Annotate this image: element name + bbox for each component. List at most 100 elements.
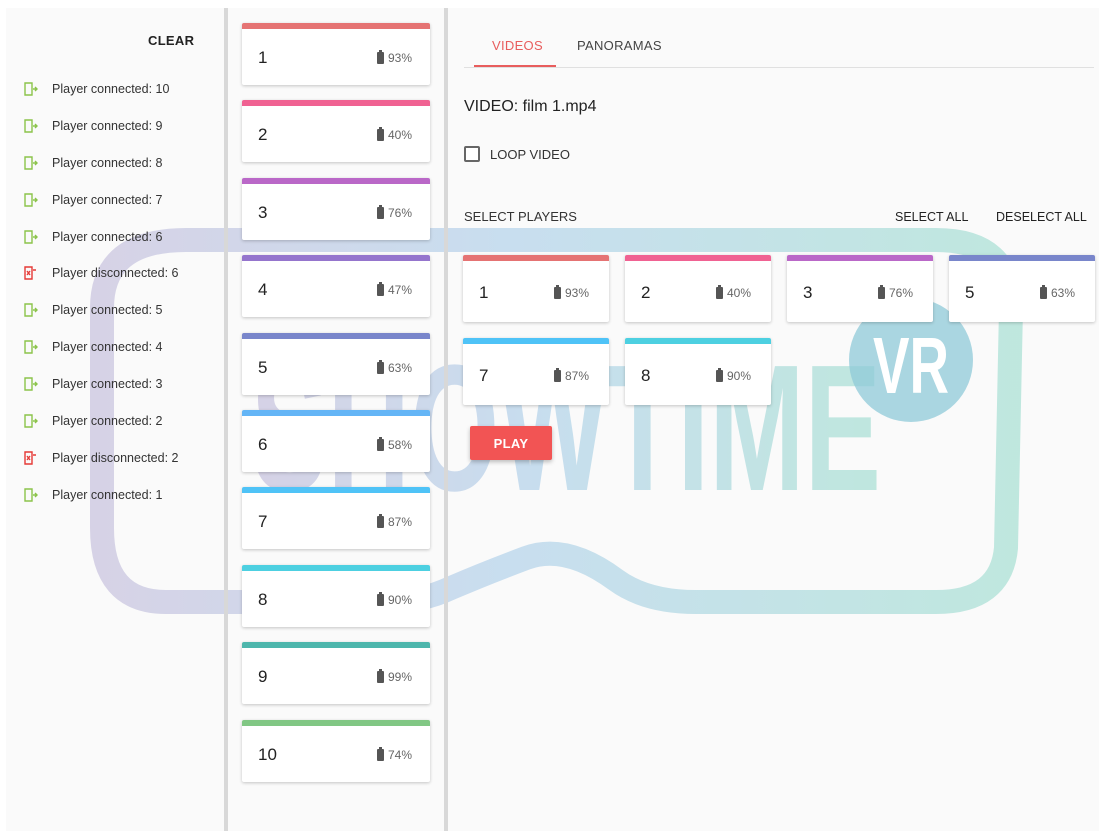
login-icon: [22, 413, 38, 429]
selected-player-card-3[interactable]: 3 76%: [787, 255, 933, 322]
player-number: 5: [965, 283, 975, 302]
player-number: 3: [258, 202, 268, 222]
log-entry: Player connected: 9: [6, 108, 224, 145]
login-icon: [22, 192, 38, 208]
battery-icon: [376, 282, 384, 297]
battery-icon: [376, 591, 384, 606]
battery-percent: 40%: [387, 128, 412, 143]
player-number: 5: [258, 357, 268, 377]
battery-icon: [715, 368, 723, 382]
player-card-8[interactable]: 8 90%: [242, 564, 430, 627]
login-icon: [22, 376, 38, 392]
deselect-all-button[interactable]: DESELECT ALL: [996, 210, 1087, 224]
player-color-bar: [242, 410, 430, 416]
select-players-heading: SELECT PLAYERS: [464, 209, 577, 224]
battery-percent: 74%: [387, 747, 412, 762]
player-number: 10: [258, 744, 277, 764]
player-number: 7: [479, 366, 489, 385]
battery-level: 76%: [376, 204, 412, 220]
player-number: 1: [479, 283, 489, 302]
battery-level: 90%: [376, 591, 412, 607]
log-entry-text: Player connected: 6: [52, 229, 163, 244]
battery-icon: [715, 285, 723, 299]
log-entry: Player disconnected: 6: [6, 255, 224, 292]
player-color-bar: [625, 338, 771, 344]
checkbox-icon[interactable]: [464, 146, 480, 162]
event-log-list: Player connected: 10 Player connected: 9 P…: [6, 71, 224, 514]
event-log-panel: CLEAR Player connected: 10 Player connect…: [6, 8, 224, 831]
video-title: VIDEO: film 1.mp4: [464, 98, 597, 115]
battery-level: 58%: [376, 437, 412, 452]
battery-icon: [553, 285, 561, 299]
battery-icon: [376, 204, 384, 219]
battery-level: 40%: [715, 285, 751, 300]
log-entry: Player disconnected: 2: [6, 440, 224, 477]
battery-level: 40%: [376, 127, 412, 143]
player-color-bar: [242, 100, 430, 107]
player-card-1[interactable]: 1 93%: [242, 23, 430, 85]
player-number: 2: [258, 125, 268, 145]
battery-percent: 63%: [387, 360, 412, 375]
loop-video-label: LOOP VIDEO: [490, 146, 570, 162]
log-entry: Player connected: 3: [6, 366, 224, 403]
log-entry-text: Player connected: 4: [52, 340, 163, 355]
log-entry-text: Player connected: 8: [52, 155, 163, 170]
player-card-3[interactable]: 3 76%: [242, 177, 430, 240]
battery-level: 63%: [1039, 285, 1075, 300]
log-entry: Player connected: 6: [6, 219, 224, 256]
login-icon: [22, 118, 38, 134]
log-entry: Player connected: 2: [6, 403, 224, 440]
log-entry-text: Player connected: 3: [52, 377, 163, 392]
selected-player-card-7[interactable]: 7 87%: [463, 338, 609, 405]
battery-percent: 87%: [564, 369, 589, 383]
player-number: 8: [258, 589, 268, 609]
player-color-bar: [787, 255, 933, 261]
battery-percent: 40%: [726, 286, 751, 300]
login-icon: [22, 81, 38, 97]
main-panel: VIDEOS PANORAMAS VIDEO: film 1.mp4 LOOP …: [448, 8, 1099, 831]
battery-percent: 76%: [387, 205, 412, 220]
log-entry: Player connected: 10: [6, 71, 224, 108]
battery-icon: [376, 746, 384, 761]
player-card-6[interactable]: 6 58%: [242, 410, 430, 472]
login-icon: [22, 229, 38, 245]
battery-level: 93%: [376, 50, 412, 65]
player-color-bar: [242, 564, 430, 571]
player-number: 1: [258, 48, 268, 67]
player-card-9[interactable]: 9 99%: [242, 642, 430, 705]
battery-icon: [1039, 285, 1047, 299]
player-number: 6: [258, 435, 268, 454]
player-card-10[interactable]: 10 74%: [242, 719, 430, 782]
login-icon: [22, 487, 38, 503]
logout-icon: [22, 265, 38, 281]
loop-video-checkbox[interactable]: LOOP VIDEO: [464, 146, 570, 162]
battery-icon: [376, 127, 384, 142]
selected-player-card-1[interactable]: 1 93%: [463, 255, 609, 322]
log-entry-text: Player connected: 7: [52, 192, 163, 207]
tab-panoramas[interactable]: PANORAMAS: [577, 38, 662, 53]
battery-level: 76%: [877, 285, 913, 300]
log-entry-text: Player connected: 9: [52, 118, 163, 133]
battery-level: 90%: [715, 368, 751, 383]
player-color-bar: [463, 338, 609, 344]
clear-log-button[interactable]: CLEAR: [148, 33, 194, 48]
selected-player-card-5[interactable]: 5 63%: [949, 255, 1095, 322]
selected-player-card-2[interactable]: 2 40%: [625, 255, 771, 322]
player-color-bar: [625, 255, 771, 261]
login-icon: [22, 155, 38, 171]
log-entry-text: Player disconnected: 6: [52, 266, 179, 281]
player-card-5[interactable]: 5 63%: [242, 332, 430, 395]
log-entry: Player connected: 5: [6, 292, 224, 329]
selected-player-card-8[interactable]: 8 90%: [625, 338, 771, 405]
play-button[interactable]: PLAY: [470, 426, 552, 460]
player-number: 2: [641, 283, 651, 302]
battery-percent: 63%: [1050, 286, 1075, 300]
player-card-4[interactable]: 4 47%: [242, 255, 430, 318]
player-card-7[interactable]: 7 87%: [242, 487, 430, 550]
player-card-2[interactable]: 2 40%: [242, 100, 430, 163]
tab-videos[interactable]: VIDEOS: [492, 38, 543, 53]
media-tabs: VIDEOS PANORAMAS: [464, 8, 1094, 68]
player-color-bar: [242, 642, 430, 649]
player-number: 7: [258, 512, 268, 532]
select-all-button[interactable]: SELECT ALL: [895, 210, 968, 224]
